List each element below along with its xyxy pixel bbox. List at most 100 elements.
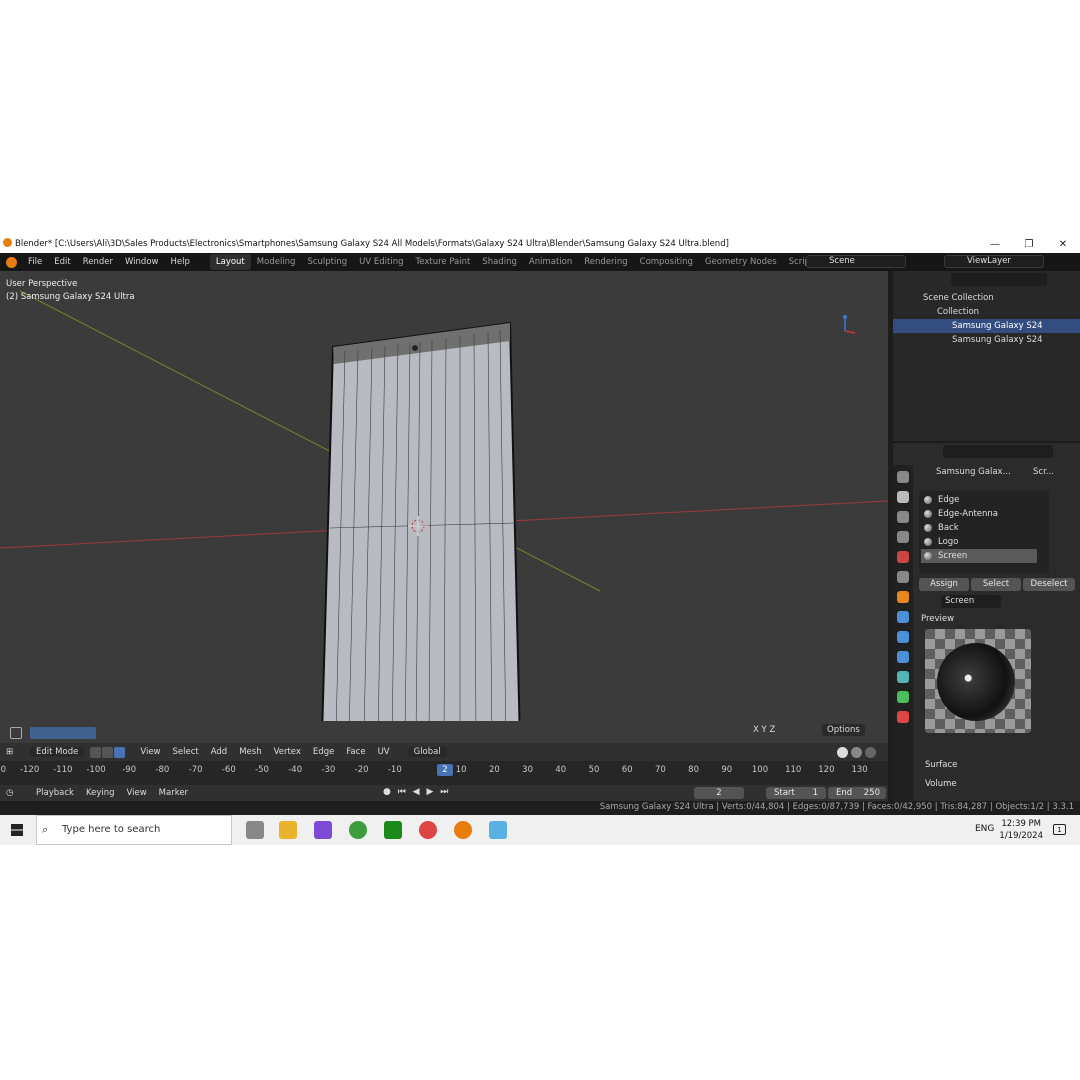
tab-sculpting[interactable]: Sculpting [301,254,353,270]
select-tool-icon[interactable] [10,727,22,739]
minimize-button[interactable]: — [978,236,1012,253]
select-button[interactable]: Select [971,578,1021,591]
start-frame-field[interactable]: Start 1 [766,787,826,799]
menu-render[interactable]: Render [77,257,119,267]
material-slot-logo[interactable]: Logo [921,535,1037,549]
properties-tab-icon[interactable] [897,591,909,603]
deselect-button[interactable]: Deselect [1023,578,1075,591]
material-name-field[interactable]: Screen [941,595,1001,608]
menu-keying[interactable]: Keying [80,788,121,798]
tab-rendering[interactable]: Rendering [578,254,633,270]
menu-select[interactable]: Select [167,747,205,757]
properties-tab-icon[interactable] [897,651,909,663]
outliner-item-1[interactable]: Samsung Galaxy S24 [893,333,1080,347]
properties-tab-icon[interactable] [897,471,909,483]
menu-timeline-view[interactable]: View [121,788,153,798]
view-layer-selector[interactable]: ViewLayer [944,255,1044,268]
properties-tab-icon[interactable] [897,711,909,723]
selection-mode-buttons[interactable] [30,727,96,739]
notifications-icon[interactable]: 1 [1053,824,1066,835]
properties-search-input[interactable] [943,445,1053,458]
menu-marker[interactable]: Marker [153,788,194,798]
file-explorer-icon[interactable] [279,821,297,839]
properties-tab-icon[interactable] [897,511,909,523]
menu-help[interactable]: Help [164,257,195,267]
material-preview-icon[interactable] [851,746,862,758]
menu-add[interactable]: Add [205,747,233,757]
properties-tab-icon[interactable] [897,531,909,543]
properties-tabs[interactable] [893,465,913,801]
blender-taskbar-icon[interactable] [454,821,472,839]
material-slot-back[interactable]: Back [921,521,1037,535]
menu-window[interactable]: Window [119,257,165,267]
menu-edit[interactable]: Edit [48,257,76,267]
scene-collection-row[interactable]: Scene Collection [893,291,1080,305]
scene-selector[interactable]: Scene [806,255,906,268]
properties-tab-icon[interactable] [897,631,909,643]
menu-face[interactable]: Face [340,747,371,757]
blender-menu-icon[interactable] [6,256,17,268]
timeline-ruler[interactable]: -130 -120 -110 -100 -90 -80 -70 -60 -50 -40 -30 -20… [0,761,888,785]
blender-logo-icon [3,238,12,247]
edge-select-icon[interactable] [102,746,114,758]
surface-section-header[interactable]: Surface [925,760,957,770]
app-2-icon[interactable] [489,821,507,839]
collection-row[interactable]: Collection [893,305,1080,319]
frame-field[interactable]: 2 [694,787,744,799]
chrome-icon[interactable] [349,821,367,839]
tab-texture-paint[interactable]: Texture Paint [410,254,477,270]
options-dropdown[interactable]: Options [822,724,865,736]
menu-playback[interactable]: Playback [30,788,80,798]
material-slot-edge[interactable]: Edge [921,493,1037,507]
current-frame-indicator[interactable]: 2 [437,764,453,776]
menu-edge[interactable]: Edge [307,747,340,757]
menu-mesh[interactable]: Mesh [233,747,267,757]
menu-vertex[interactable]: Vertex [268,747,307,757]
properties-tab-icon[interactable] [897,671,909,683]
material-slot-edge-antenna[interactable]: Edge-Antenna [921,507,1037,521]
outliner-search-input[interactable] [951,273,1047,286]
task-view-icon[interactable] [246,821,264,839]
menu-uv[interactable]: UV [372,747,396,757]
app-icon[interactable] [314,821,332,839]
tab-uv-editing[interactable]: UV Editing [353,254,409,270]
volume-section-header[interactable]: Volume [925,779,957,789]
tab-geometry-nodes[interactable]: Geometry Nodes [699,254,783,270]
assign-button[interactable]: Assign [919,578,969,591]
end-frame-field[interactable]: End 250 [828,787,886,799]
tab-shading[interactable]: Shading [476,254,523,270]
maximize-button[interactable]: ❐ [1012,236,1046,253]
menu-view[interactable]: View [134,747,166,757]
timeline-editor-icon[interactable]: ◷ [0,788,30,798]
material-slot-screen[interactable]: Screen [921,549,1037,563]
menu-file[interactable]: File [22,257,48,267]
windows-start-icon[interactable] [11,824,23,836]
tab-animation[interactable]: Animation [523,254,578,270]
rendered-shading-icon[interactable] [865,746,876,758]
taskbar-search-input[interactable]: Type here to search [36,815,232,845]
clock[interactable]: 12:39 PM 1/19/2024 [999,818,1043,842]
chrome-profile-icon[interactable] [419,821,437,839]
playback-controls[interactable]: ● ⏮ ◀ ▶ ⏭ [383,787,450,797]
properties-tab-icon[interactable] [897,491,909,503]
face-select-icon[interactable] [114,746,126,758]
vertex-select-icon[interactable] [90,746,102,758]
properties-tab-icon[interactable] [897,551,909,563]
properties-tab-icon[interactable] [897,571,909,583]
properties-tab-icon[interactable] [897,611,909,623]
tab-modeling[interactable]: Modeling [251,254,302,270]
mode-dropdown[interactable]: Edit Mode [30,747,85,757]
language-indicator[interactable]: ENG [975,824,994,834]
3d-viewport[interactable]: User Perspective (2) Samsung Galaxy S24 … [0,271,888,721]
transform-orientation-dropdown[interactable]: Global [407,747,447,757]
xbox-icon[interactable] [384,821,402,839]
navigation-gizmo[interactable] [843,315,856,334]
tab-compositing[interactable]: Compositing [634,254,699,270]
outliner-item-0[interactable]: Samsung Galaxy S24 [893,319,1080,333]
close-button[interactable]: ✕ [1046,236,1080,253]
editor-type-icon[interactable]: ⊞ [0,747,30,757]
tab-layout[interactable]: Layout [209,254,251,270]
properties-tab-icon[interactable] [897,691,909,703]
preview-section-header[interactable]: Preview [921,614,954,624]
solid-shading-icon[interactable] [837,746,848,758]
